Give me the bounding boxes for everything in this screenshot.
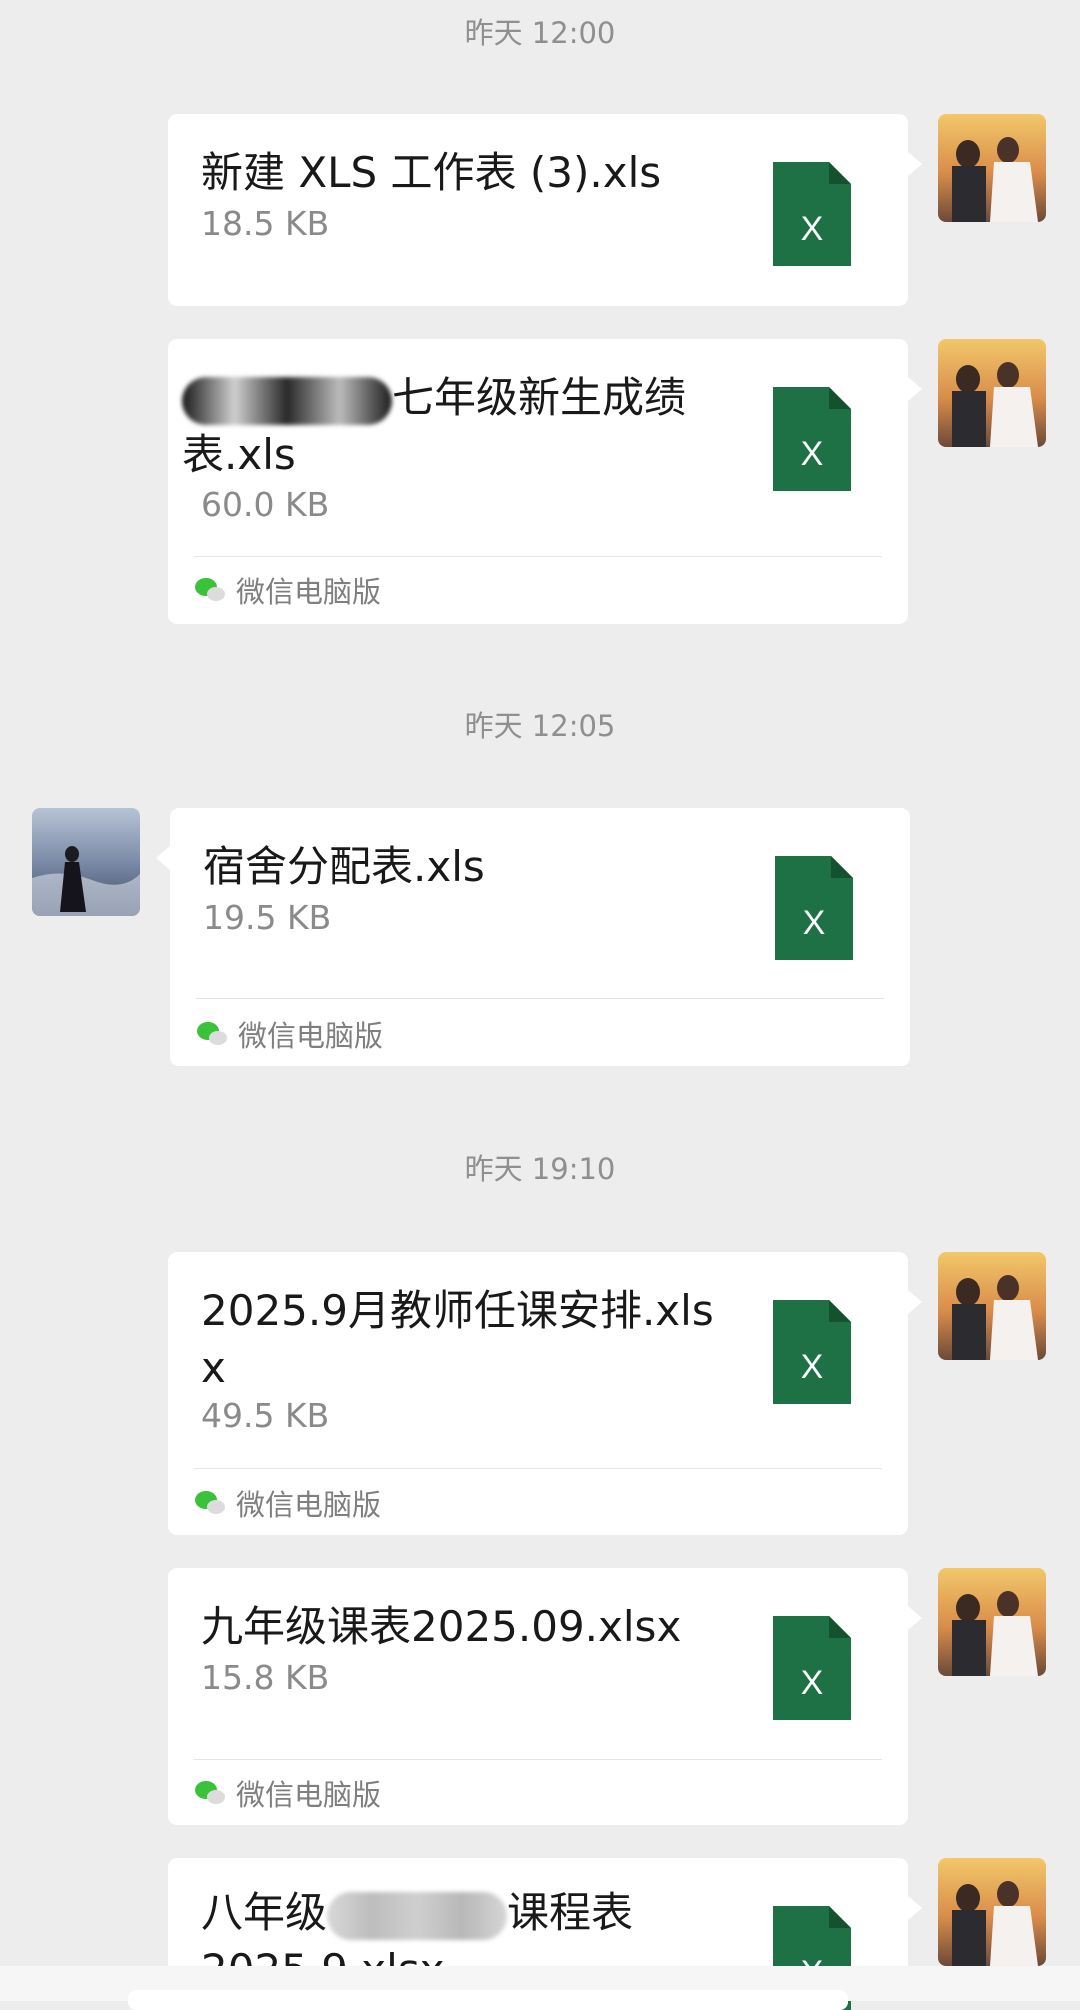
file-size: 15.8 KB — [201, 1658, 330, 1697]
source-label: 微信电脑版 — [196, 1013, 383, 1055]
file-name: 九年级课表2025.09.xlsx — [201, 1602, 682, 1651]
svg-text:X: X — [801, 210, 824, 248]
avatar-self[interactable] — [938, 1252, 1046, 1360]
svg-text:X: X — [801, 435, 824, 473]
file-name: 七年级新生成绩表.xls — [182, 373, 687, 479]
excel-file-icon: X — [773, 1300, 851, 1404]
divider — [196, 998, 884, 999]
wechat-icon — [195, 578, 225, 601]
avatar-self[interactable] — [938, 114, 1046, 222]
wechat-icon — [195, 1781, 225, 1804]
file-size: 19.5 KB — [203, 898, 332, 937]
divider — [194, 1759, 882, 1760]
file-name: 宿舍分配表.xls — [203, 842, 485, 891]
excel-file-icon: X — [773, 162, 851, 266]
avatar-self[interactable] — [938, 1858, 1046, 1966]
file-name: 新建 XLS 工作表 (3).xls — [201, 148, 662, 197]
file-name: 2025.9月教师任课安排.xlsx — [201, 1286, 714, 1392]
redacted-text — [182, 376, 392, 425]
file-message[interactable]: 九年级课表2025.09.xlsx 15.8 KB X 微信电脑版 — [168, 1568, 922, 1825]
excel-file-icon: X — [773, 1616, 851, 1720]
excel-file-icon: X — [775, 856, 853, 960]
file-size: 60.0 KB — [201, 485, 330, 524]
divider — [194, 556, 882, 557]
avatar-contact[interactable] — [32, 808, 140, 916]
file-message[interactable]: 宿舍分配表.xls 19.5 KB X 微信电脑版 — [156, 808, 910, 1066]
wechat-icon — [197, 1022, 227, 1045]
svg-text:X: X — [801, 1664, 824, 1702]
source-label: 微信电脑版 — [194, 1482, 381, 1524]
file-message[interactable]: 2025.9月教师任课安排.xlsx 49.5 KB X 微信电脑版 — [168, 1252, 922, 1535]
file-size: 18.5 KB — [201, 204, 330, 243]
file-size: 49.5 KB — [201, 1396, 330, 1435]
source-label: 微信电脑版 — [194, 1772, 381, 1814]
input-bar — [0, 1966, 1080, 2010]
avatar-self[interactable] — [938, 1568, 1046, 1676]
message-input[interactable] — [128, 1990, 848, 2010]
timestamp: 昨天 12:05 — [464, 709, 616, 743]
redacted-text — [327, 1891, 508, 1940]
timestamp: 昨天 19:10 — [464, 1152, 616, 1186]
divider — [194, 1468, 882, 1469]
svg-text:X: X — [801, 1348, 824, 1386]
file-message[interactable]: 七年级新生成绩表.xls 60.0 KB X 微信电脑版 — [168, 339, 922, 624]
wechat-icon — [195, 1491, 225, 1514]
source-label: 微信电脑版 — [194, 569, 381, 611]
file-message[interactable]: 新建 XLS 工作表 (3).xls 18.5 KB X — [168, 114, 922, 306]
svg-text:X: X — [803, 904, 826, 942]
avatar-self[interactable] — [938, 339, 1046, 447]
timestamp: 昨天 12:00 — [464, 16, 616, 50]
excel-file-icon: X — [773, 387, 851, 491]
